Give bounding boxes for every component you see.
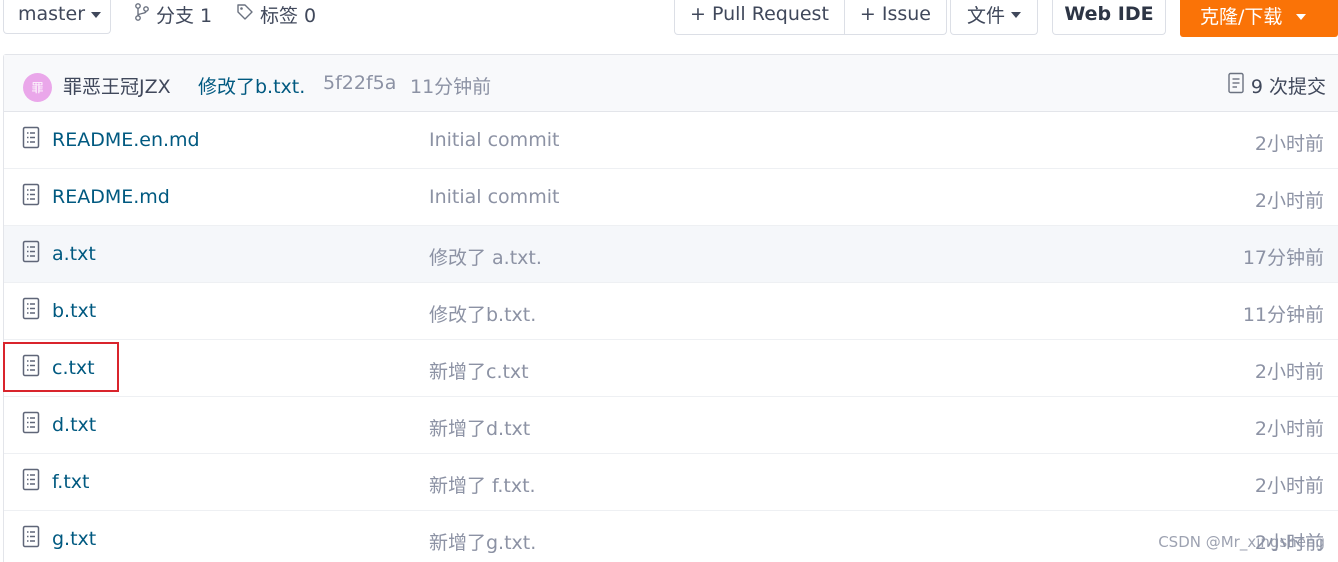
chevron-down-icon (91, 11, 102, 18)
commit-history-icon (1227, 72, 1245, 99)
file-icon (22, 240, 40, 263)
file-table: README.en.md Initial commit 2小时前 README.md I… (4, 112, 1338, 562)
table-row[interactable]: a.txt 修改了 a.txt. 17分钟前 (4, 226, 1338, 283)
chevron-down-icon (1296, 13, 1307, 20)
file-commit-time: 11分钟前 (1242, 304, 1324, 326)
file-commit-message[interactable]: 修改了b.txt. (429, 300, 536, 327)
branches-count: 分支 1 (156, 4, 213, 27)
files-label: 文件 (966, 4, 1005, 27)
tag-icon (236, 3, 254, 26)
file-icon (22, 126, 40, 149)
file-name-link[interactable]: README.en.md (52, 129, 200, 151)
file-list-panel: 罪 罪恶王冠JZX 修改了b.txt. 5f22f5a 11分钟前 9 次提交 … (3, 54, 1338, 562)
repo-toolbar: master 分支 1 标签 0 + Pull Request + Issue … (0, 0, 1338, 40)
file-name-link[interactable]: d.txt (52, 414, 96, 436)
commit-message-link[interactable]: 修改了b.txt. (198, 72, 305, 99)
file-commit-message[interactable]: 新增了g.txt. (429, 528, 536, 555)
commit-author[interactable]: 罪恶王冠JZX (63, 72, 171, 99)
pr-issue-group: + Pull Request + Issue (674, 0, 947, 35)
branch-name: master (18, 2, 86, 25)
file-icon (22, 411, 40, 434)
new-pull-request-button[interactable]: + Pull Request (675, 0, 844, 34)
commit-count: 9 次提交 (1250, 76, 1326, 98)
chevron-down-icon (1011, 12, 1021, 18)
file-commit-time: 2小时前 (1254, 361, 1324, 383)
file-name-link[interactable]: c.txt (52, 357, 95, 379)
table-row[interactable]: f.txt 新增了 f.txt. 2小时前 (4, 454, 1338, 511)
file-commit-time: 2小时前 (1254, 133, 1324, 155)
file-commit-message[interactable]: 新增了c.txt (429, 357, 529, 384)
file-commit-message[interactable]: Initial commit (429, 186, 559, 208)
branches-link[interactable]: 分支 1 (134, 0, 212, 28)
file-commit-message[interactable]: 新增了 f.txt. (429, 471, 536, 498)
clone-label: 克隆/下载 (1200, 6, 1283, 28)
watermark: CSDN @Mr_xingsheng (1158, 533, 1325, 551)
branch-icon (134, 2, 150, 26)
file-name-link[interactable]: f.txt (52, 471, 90, 493)
clone-download-button[interactable]: 克隆/下载 (1180, 0, 1338, 37)
file-name-link[interactable]: a.txt (52, 243, 96, 265)
files-dropdown-button[interactable]: 文件 (950, 0, 1038, 35)
web-ide-button[interactable]: Web IDE (1052, 0, 1166, 35)
tags-count: 标签 0 (260, 4, 317, 27)
file-commit-time: 2小时前 (1254, 475, 1324, 497)
file-icon (22, 297, 40, 320)
file-commit-time: 17分钟前 (1242, 247, 1324, 269)
file-icon (22, 525, 40, 548)
file-name-link[interactable]: README.md (52, 186, 170, 208)
commit-sha[interactable]: 5f22f5a (323, 72, 396, 94)
commit-history-link[interactable]: 9 次提交 (1227, 72, 1326, 99)
table-row[interactable]: d.txt 新增了d.txt 2小时前 (4, 397, 1338, 454)
tags-link[interactable]: 标签 0 (236, 0, 316, 28)
file-commit-message[interactable]: 修改了 a.txt. (429, 243, 542, 270)
file-icon (22, 354, 40, 377)
latest-commit-bar: 罪 罪恶王冠JZX 修改了b.txt. 5f22f5a 11分钟前 9 次提交 (4, 55, 1338, 112)
file-commit-message[interactable]: 新增了d.txt (429, 414, 530, 441)
branch-selector[interactable]: master (3, 0, 111, 34)
file-icon (22, 468, 40, 491)
avatar[interactable]: 罪 (23, 73, 52, 102)
file-commit-message[interactable]: Initial commit (429, 129, 559, 151)
file-commit-time: 2小时前 (1254, 190, 1324, 212)
file-commit-time: 2小时前 (1254, 418, 1324, 440)
table-row[interactable]: README.en.md Initial commit 2小时前 (4, 112, 1338, 169)
file-name-link[interactable]: b.txt (52, 300, 96, 322)
table-row[interactable]: README.md Initial commit 2小时前 (4, 169, 1338, 226)
new-issue-button[interactable]: + Issue (843, 0, 946, 34)
file-icon (22, 183, 40, 206)
commit-time: 11分钟前 (410, 76, 492, 98)
table-row[interactable]: b.txt 修改了b.txt. 11分钟前 (4, 283, 1338, 340)
table-row[interactable]: c.txt 新增了c.txt 2小时前 (4, 340, 1338, 397)
table-row[interactable]: g.txt 新增了g.txt. 2小时前 (4, 511, 1338, 562)
file-name-link[interactable]: g.txt (52, 528, 96, 550)
